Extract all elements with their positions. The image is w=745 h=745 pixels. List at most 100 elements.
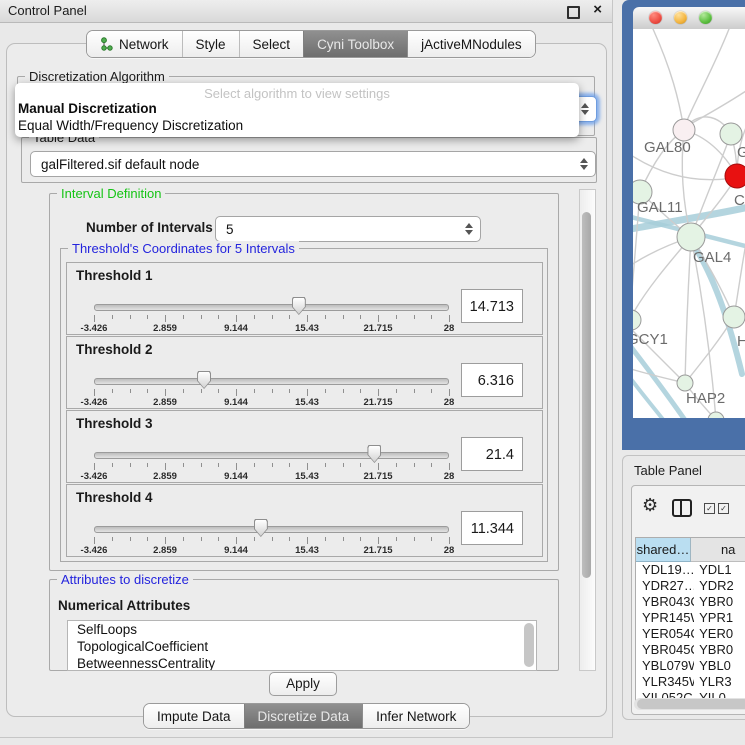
table-row[interactable]: YER054CYER0 bbox=[636, 626, 745, 642]
split-columns-icon[interactable] bbox=[672, 499, 692, 517]
tick-mark bbox=[378, 389, 379, 396]
tab-label: jActiveMNodules bbox=[421, 37, 522, 52]
float-window-icon[interactable] bbox=[567, 6, 580, 19]
tab-jactivemnodules[interactable]: jActiveMNodules bbox=[407, 31, 535, 57]
threshold-value-field[interactable]: 14.713 bbox=[461, 289, 523, 323]
bottom-tab-bar: Impute DataDiscretize DataInfer Network bbox=[143, 703, 470, 729]
attribute-item-topologicalcoefficient[interactable]: TopologicalCoefficient bbox=[68, 638, 536, 655]
table-row[interactable]: YLR345WYLR3 bbox=[636, 674, 745, 690]
slider-track[interactable] bbox=[94, 378, 449, 385]
slider-handle[interactable] bbox=[254, 519, 268, 537]
threshold-value-field[interactable]: 11.344 bbox=[461, 511, 523, 545]
network-node[interactable] bbox=[677, 223, 705, 251]
cell-shared-name[interactable]: YER054C bbox=[636, 626, 694, 642]
cell-shared-name[interactable]: YPR145W bbox=[636, 610, 694, 626]
checkbox-icon[interactable]: ✓ bbox=[704, 503, 715, 514]
network-node[interactable] bbox=[673, 119, 695, 141]
cell-shared-name[interactable]: YDL19… bbox=[636, 562, 694, 578]
cell-shared-name[interactable]: YBL079W bbox=[636, 658, 694, 674]
tab-label: Style bbox=[196, 37, 226, 52]
screen: Control Panel × NetworkStyleSelectCyni T… bbox=[0, 0, 745, 745]
attributes-to-discretize-group: Attributes to discretize Numerical Attri… bbox=[49, 579, 559, 671]
threshold-title: Threshold 1 bbox=[76, 268, 153, 283]
slider-track[interactable] bbox=[94, 304, 449, 311]
network-node[interactable] bbox=[720, 123, 742, 145]
cell-shared-name[interactable]: YBR043C bbox=[636, 594, 694, 610]
minimize-traffic-light[interactable] bbox=[674, 11, 687, 24]
table-row[interactable]: YPR145WYPR1 bbox=[636, 610, 745, 626]
slider-track[interactable] bbox=[94, 452, 449, 459]
tick-label: -3.426 bbox=[81, 471, 108, 482]
cell-name[interactable]: YBL0 bbox=[694, 658, 745, 674]
threshold-slider[interactable]: -3.4262.8599.14415.4321.71528 bbox=[94, 443, 449, 481]
tick-mark bbox=[378, 315, 379, 322]
panel-scrollbar[interactable] bbox=[579, 189, 596, 671]
tick-mark bbox=[201, 537, 202, 541]
cell-name[interactable]: YDL1 bbox=[694, 562, 745, 578]
zoom-traffic-light[interactable] bbox=[699, 11, 712, 24]
threshold-value-field[interactable]: 21.4 bbox=[461, 437, 523, 471]
network-node[interactable] bbox=[723, 306, 745, 328]
gear-icon[interactable]: ⚙ bbox=[642, 496, 658, 514]
threshold-value-field[interactable]: 6.316 bbox=[461, 363, 523, 397]
close-icon[interactable]: × bbox=[593, 1, 602, 18]
attribute-item-selfloops[interactable]: SelfLoops bbox=[68, 621, 536, 638]
tab-discretize-data[interactable]: Discretize Data bbox=[244, 704, 363, 728]
table-row[interactable]: YBR043CYBR0 bbox=[636, 594, 745, 610]
tab-network[interactable]: Network bbox=[87, 31, 182, 57]
table-row[interactable]: YBR045CYBR0 bbox=[636, 642, 745, 658]
checkbox-icon[interactable]: ✓ bbox=[718, 503, 729, 514]
tick-mark bbox=[94, 537, 95, 544]
table-data-combobox[interactable]: galFiltered.sif default node bbox=[30, 151, 596, 177]
column-header-name[interactable]: na bbox=[691, 538, 745, 562]
cell-name[interactable]: YLR3 bbox=[694, 674, 745, 690]
table-row[interactable]: YDL19…YDL1 bbox=[636, 562, 745, 578]
node-label-h: H bbox=[737, 333, 745, 350]
cell-name[interactable]: YER0 bbox=[694, 626, 745, 642]
list-scrollbar[interactable] bbox=[524, 623, 534, 667]
cell-name[interactable]: YPR1 bbox=[694, 610, 745, 626]
network-node[interactable] bbox=[725, 164, 745, 188]
threshold-slider[interactable]: -3.4262.8599.14415.4321.71528 bbox=[94, 517, 449, 555]
tab-select[interactable]: Select bbox=[239, 31, 304, 57]
slider-handle[interactable] bbox=[367, 445, 381, 463]
cell-shared-name[interactable]: YBR045C bbox=[636, 642, 694, 658]
slider-handle[interactable] bbox=[197, 371, 211, 389]
threshold-slider[interactable]: -3.4262.8599.14415.4321.71528 bbox=[94, 369, 449, 407]
tick-mark bbox=[147, 537, 148, 541]
numerical-attributes-list[interactable]: SelfLoopsTopologicalCoefficientBetweenne… bbox=[67, 620, 537, 671]
tab-impute-data[interactable]: Impute Data bbox=[144, 704, 244, 728]
scrollbar-thumb[interactable] bbox=[637, 699, 745, 709]
cell-name[interactable]: YBR0 bbox=[694, 642, 745, 658]
dropdown-item-manual-discretization[interactable]: Manual Discretization bbox=[18, 101, 576, 116]
tab-cyni-toolbox[interactable]: Cyni Toolbox bbox=[303, 31, 407, 57]
network-node[interactable] bbox=[633, 310, 641, 330]
cell-name[interactable]: YBR0 bbox=[694, 594, 745, 610]
threshold-slider[interactable]: -3.4262.8599.14415.4321.71528 bbox=[94, 295, 449, 333]
dropdown-item-equal-width-frequency[interactable]: Equal Width/Frequency Discretization bbox=[18, 118, 576, 133]
combo-value: 5 bbox=[226, 222, 234, 237]
scrollbar-thumb[interactable] bbox=[582, 212, 591, 578]
tab-infer-network[interactable]: Infer Network bbox=[362, 704, 469, 728]
tick-mark bbox=[94, 463, 95, 470]
cell-shared-name[interactable]: YLR345W bbox=[636, 674, 694, 690]
network-edge bbox=[685, 237, 691, 383]
threshold-panel: Threshold 1 -3.4262.8599.14415.4321.71528… bbox=[66, 262, 543, 335]
tick-mark bbox=[112, 315, 113, 319]
tab-style[interactable]: Style bbox=[182, 31, 239, 57]
cell-shared-name[interactable]: YDR27… bbox=[636, 578, 694, 594]
attribute-item-betweennesscentrality[interactable]: BetweennessCentrality bbox=[68, 655, 536, 671]
number-of-intervals-combobox[interactable]: 5 bbox=[215, 216, 481, 242]
column-header-shared-name[interactable]: shared… bbox=[636, 538, 691, 562]
table-horizontal-scrollbar[interactable] bbox=[634, 698, 745, 710]
table-panel-window: Table Panel ⚙ ✓ ✓ shared…naYDL19…YDL1YDR… bbox=[622, 455, 745, 720]
network-node[interactable] bbox=[677, 375, 693, 391]
slider-handle[interactable] bbox=[292, 297, 306, 315]
cell-name[interactable]: YDR2 bbox=[694, 578, 745, 594]
slider-track[interactable] bbox=[94, 526, 449, 533]
close-traffic-light[interactable] bbox=[649, 11, 662, 24]
table-row[interactable]: YDR27…YDR2 bbox=[636, 578, 745, 594]
table-row[interactable]: YBL079WYBL0 bbox=[636, 658, 745, 674]
network-canvas[interactable]: GAL80GCGAL11GAL4GCY1HHAP2 bbox=[633, 29, 745, 418]
apply-button[interactable]: Apply bbox=[269, 672, 337, 696]
